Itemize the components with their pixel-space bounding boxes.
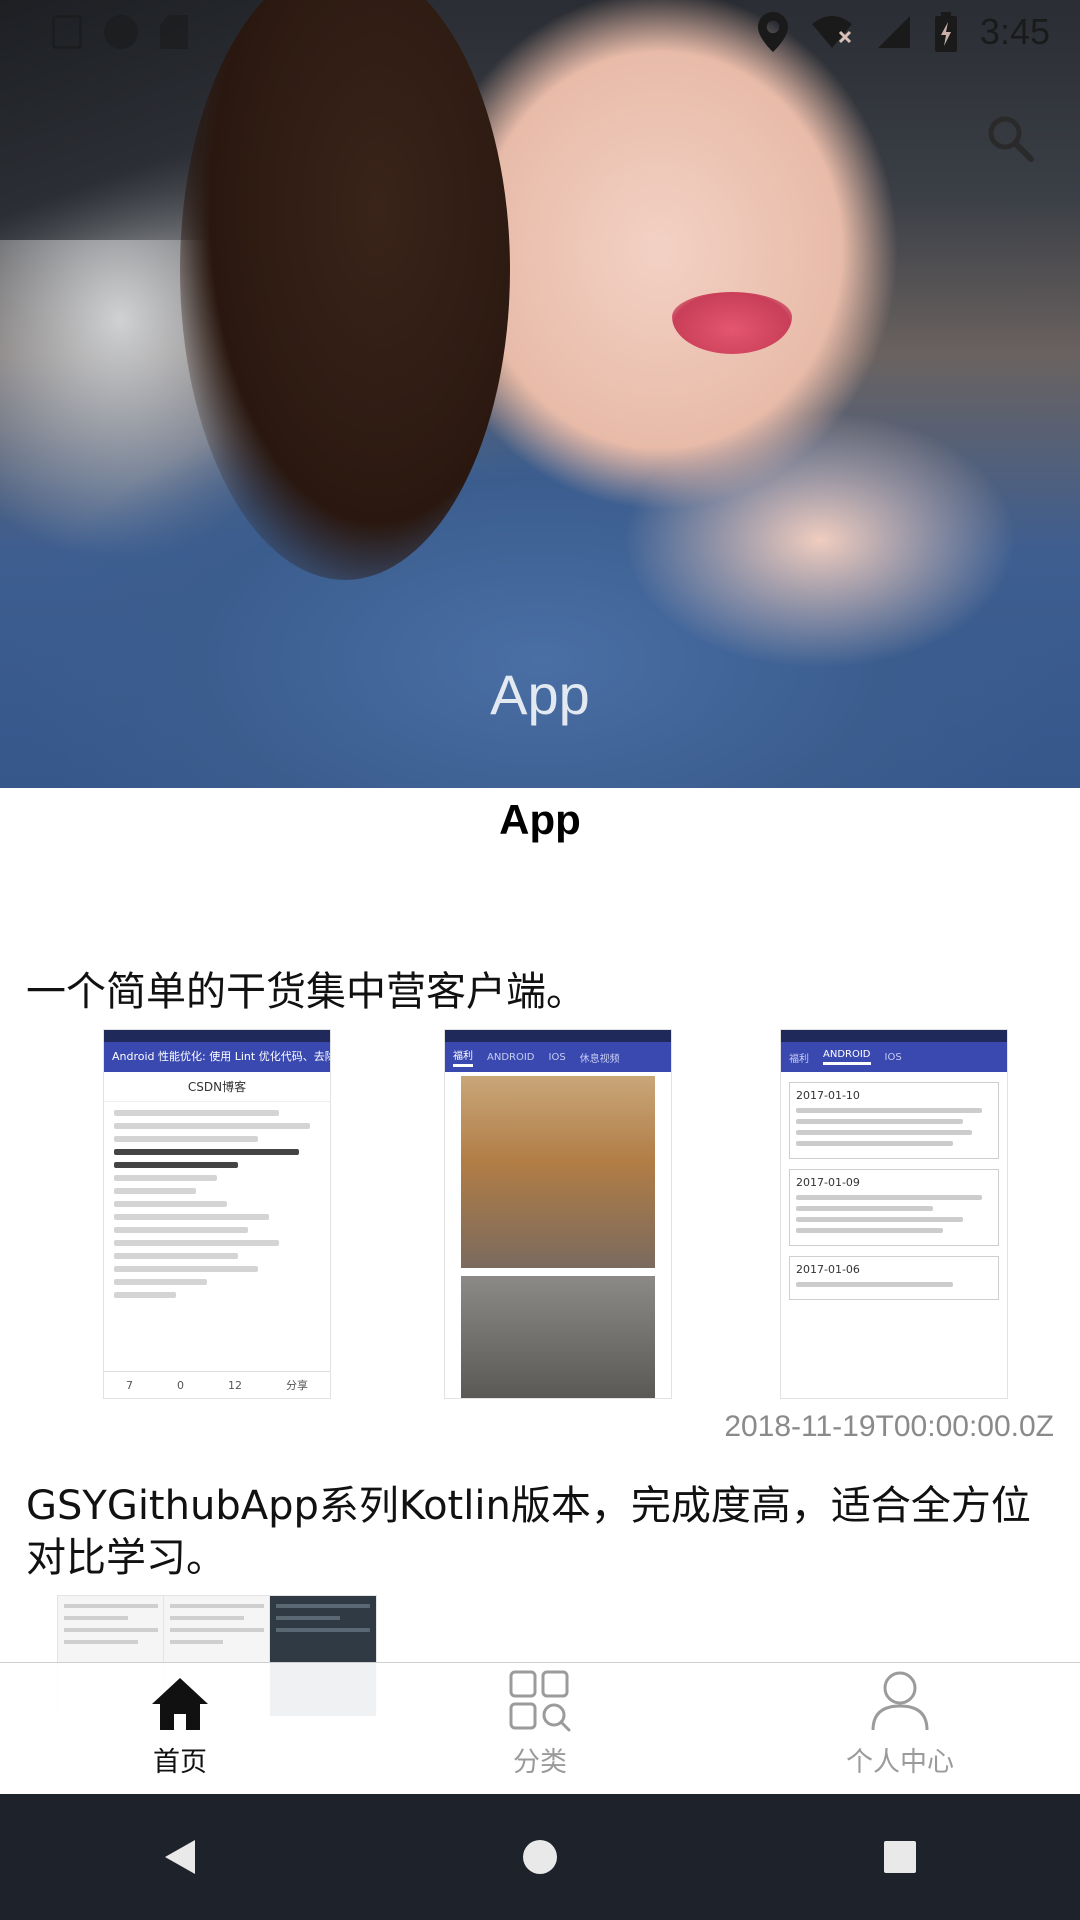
hero-banner[interactable]: App [0,0,1080,788]
nav-category-label: 分类 [513,1747,567,1778]
bottom-navigation: 首页 分类 个人中心 [0,1662,1080,1793]
thumb-date-group: 2017-01-06 [789,1256,999,1300]
thumb-tab: IOS [884,1051,902,1063]
thumb-date-group: 2017-01-10 [789,1082,999,1159]
thumb-tab: ANDROID [823,1049,871,1065]
status-left-icons [52,15,188,49]
thumb-date: 2017-01-10 [796,1089,860,1102]
home-icon [152,1678,208,1730]
person-icon [871,1671,929,1731]
recents-icon [884,1841,916,1873]
thumb-header-text: Android 性能优化: 使用 Lint 优化代码、去除多余资源 [104,1042,330,1072]
card-date: 2018-11-19T00:00:00.0Z [724,1410,1054,1443]
card-description: 一个简单的干货集中营客户端。 [26,969,586,1015]
nav-home[interactable]: 首页 [0,1663,360,1793]
status-time: 3:45 [979,11,1050,52]
phone-status-bar [445,1030,671,1042]
status-right-icons: 3:45 [757,11,1050,53]
thumb-tabs: 福利 ANDROID IOS 休息视频 [445,1042,671,1072]
back-icon [165,1840,195,1874]
hero-hair [180,0,510,580]
card-description: GSYGithubApp系列Kotlin版本，完成度高，适合全方位对比学习。 [26,1483,1031,1581]
thumb-tab: 福利 [453,1047,473,1067]
status-bar: 3:45 [0,0,1080,64]
hero-overlay-title: App [490,663,590,726]
thumb-tabs: 福利 ANDROID IOS [781,1042,1007,1072]
thumb-photo [461,1076,655,1268]
thumb-article-lines [104,1102,330,1313]
thumb-photo [461,1276,655,1398]
thumb-date: 2017-01-09 [796,1176,860,1189]
thumb-comment-count: 12 [228,1378,242,1392]
nav-profile[interactable]: 个人中心 [720,1663,1080,1793]
nav-profile-label: 个人中心 [846,1747,954,1778]
thumb-csdn-logo: CSDN博客 [104,1072,330,1102]
phone-status-bar [104,1030,330,1042]
list-item[interactable]: 一个简单的干货集中营客户端。 Android 性能优化: 使用 Lint 优化代… [0,966,1080,1444]
screenshot-thumbnail[interactable]: 福利 ANDROID IOS 2017-01-10 2017-01-09 201… [781,1030,1007,1398]
phone-status-bar [781,1030,1007,1042]
search-icon[interactable] [984,112,1036,164]
thumb-tab: 福利 [789,1053,809,1065]
thumb-tab: 休息视频 [579,1053,620,1065]
recents-button[interactable] [870,1827,930,1887]
circle-icon [104,15,138,49]
thumb-tab: IOS [548,1051,566,1063]
nav-category[interactable]: 分类 [360,1663,720,1793]
back-button[interactable] [150,1827,210,1887]
thumb-tab: ANDROID [487,1051,535,1063]
nav-home-label: 首页 [153,1747,207,1778]
card-screenshots: Android 性能优化: 使用 Lint 优化代码、去除多余资源 CSDN博客 [0,1030,1080,1398]
wifi-icon [811,16,852,48]
thumb-like-count: 7 [126,1378,133,1392]
system-navigation-bar [0,1794,1080,1920]
notification-icon [52,15,82,49]
home-circle-icon [523,1840,557,1874]
location-icon [757,12,788,52]
thumb-date: 2017-01-06 [796,1263,860,1276]
hero-lips [672,292,792,354]
thumb-share-label: 分享 [286,1379,308,1392]
sd-card-icon [160,15,188,49]
screenshot-thumbnail[interactable]: Android 性能优化: 使用 Lint 优化代码、去除多余资源 CSDN博客 [104,1030,330,1398]
screenshot-thumbnail[interactable]: 福利 ANDROID IOS 休息视频 [445,1030,671,1398]
list-title: App [499,796,581,843]
thumb-date-group: 2017-01-09 [789,1169,999,1246]
home-button[interactable] [510,1827,570,1887]
category-icon [509,1670,571,1732]
cell-signal-icon [877,16,910,48]
battery-charging-icon [934,12,957,52]
thumb-dislike-count: 0 [177,1378,184,1392]
thumb-actions: 7 0 12 分享 [104,1371,330,1398]
